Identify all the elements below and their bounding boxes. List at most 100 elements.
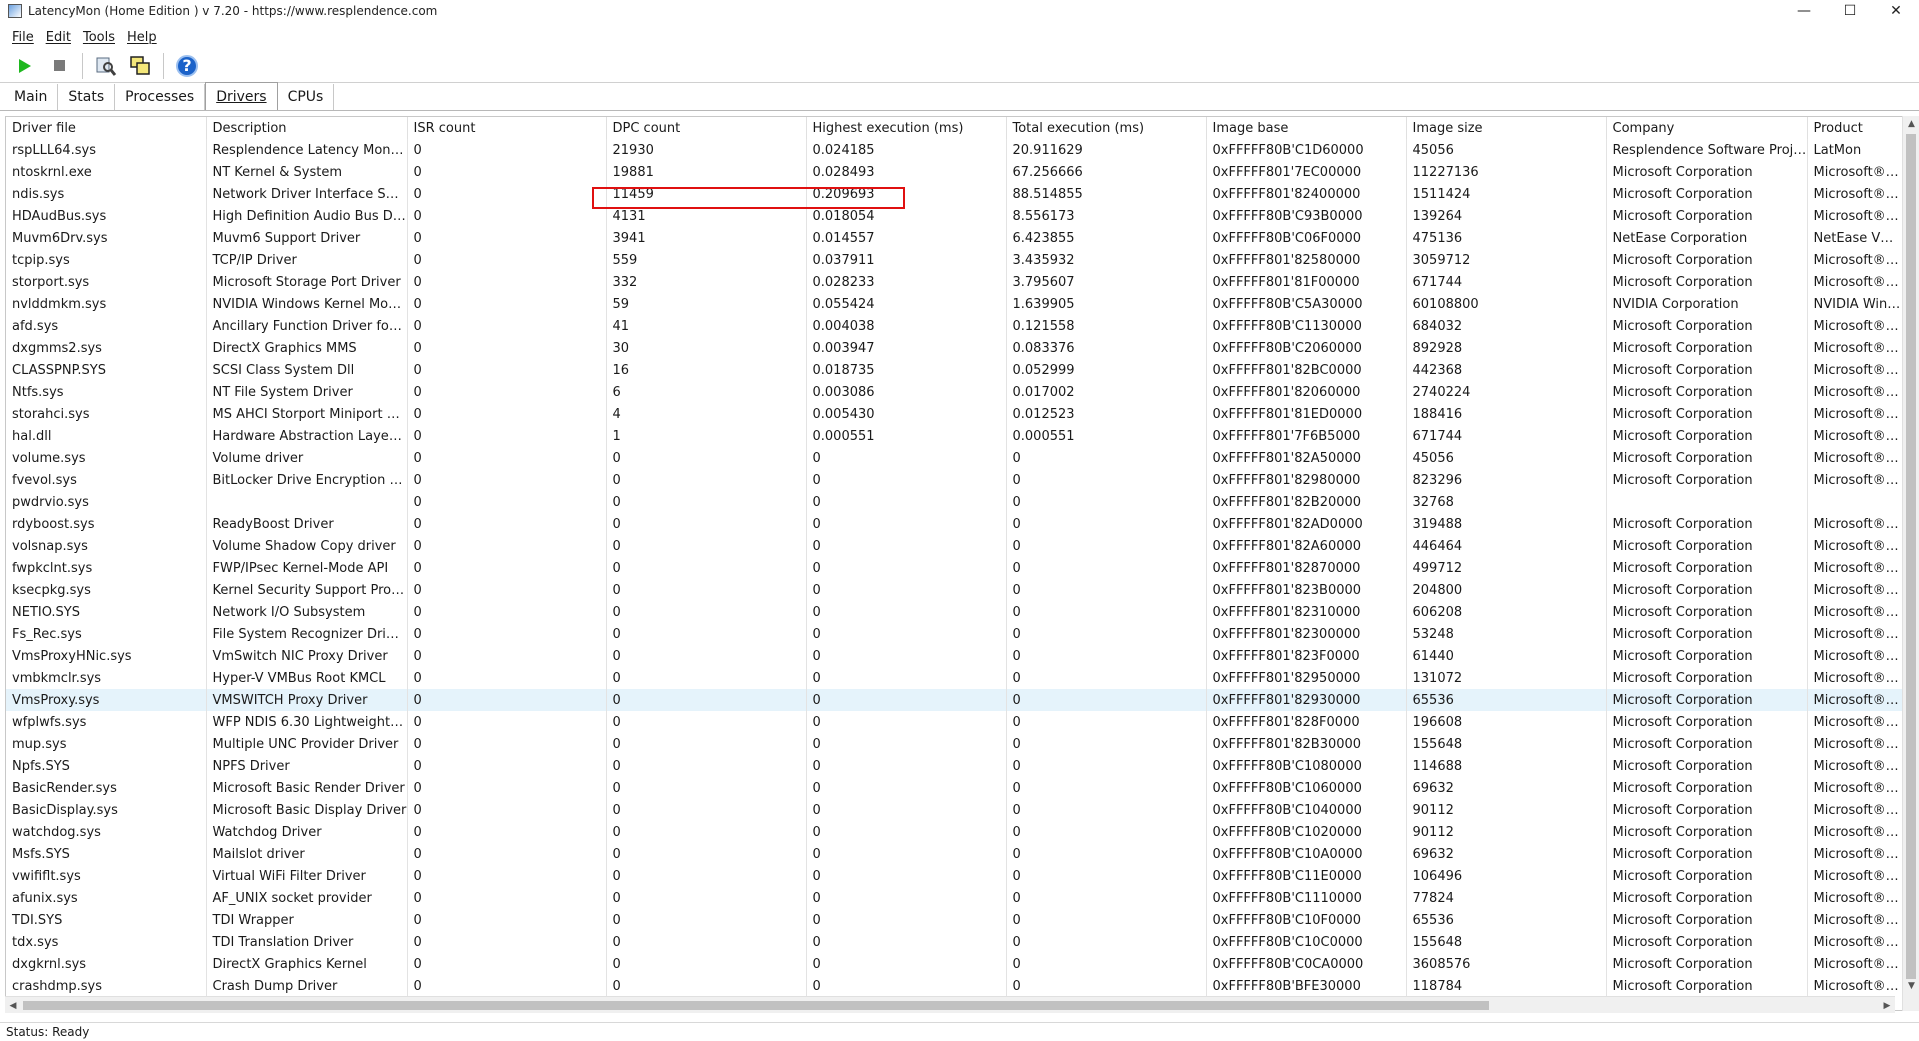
column-header[interactable]: Description [206, 117, 408, 139]
column-header[interactable]: Product [1807, 117, 1903, 139]
table-row[interactable]: ndis.sys Network Driver Interface Spe... 0… [6, 183, 1903, 205]
table-row[interactable]: storahci.sys MS AHCI Storport Miniport D.… [6, 403, 1903, 425]
help-button[interactable]: ? [172, 51, 202, 81]
table-row[interactable]: Npfs.SYS NPFS Driver 0 0 0 0 0xFFFFF80B'C10800… [6, 755, 1903, 777]
menu-edit[interactable]: Edit [40, 30, 77, 45]
stop-icon [53, 60, 65, 71]
column-header[interactable]: Image base [1206, 117, 1407, 139]
table-row[interactable]: TDI.SYS TDI Wrapper 0 0 0 0 0xFFFFF80B'C10F000… [6, 909, 1903, 931]
table-cell: 0xFFFFF801'82B30000 [1206, 733, 1407, 755]
table-cell: 0 [407, 425, 607, 447]
column-header[interactable]: ISR count [407, 117, 607, 139]
table-row[interactable]: vwififlt.sys Virtual WiFi Filter Driver 0 0… [6, 865, 1903, 887]
table-cell: VMSWITCH Proxy Driver [206, 689, 408, 711]
table-row[interactable]: rdyboost.sys ReadyBoost Driver 0 0 0 0 0xFFFFF… [6, 513, 1903, 535]
tab-drivers[interactable]: Drivers [205, 82, 278, 110]
table-row[interactable]: crashdmp.sys Crash Dump Driver 0 0 0 0 0xFFFFF… [6, 975, 1903, 997]
table-row[interactable]: BasicRender.sys Microsoft Basic Render Dr… [6, 777, 1903, 799]
maximize-button[interactable]: ☐ [1827, 0, 1873, 22]
table-cell: AF_UNIX socket provider [206, 887, 408, 909]
horizontal-scrollbar[interactable]: ◀ ▶ [5, 996, 1895, 1013]
menu-help[interactable]: Help [121, 30, 163, 45]
table-cell: 671744 [1406, 271, 1607, 293]
table-row[interactable]: watchdog.sys Watchdog Driver 0 0 0 0 0xFFFFF80… [6, 821, 1903, 843]
settings-button[interactable] [91, 51, 121, 81]
tab-processes[interactable]: Processes [115, 84, 206, 110]
table-row[interactable]: tcpip.sys TCP/IP Driver 0 559 0.037911 3.4359… [6, 249, 1903, 271]
tab-stats[interactable]: Stats [58, 84, 116, 110]
table-row[interactable]: ntoskrnl.exe NT Kernel & System 0 19881 0.02… [6, 161, 1903, 183]
table-cell: pwdrvio.sys [6, 491, 207, 513]
scroll-down-icon[interactable]: ▼ [1903, 978, 1919, 994]
table-cell: 0xFFFFF801'82300000 [1206, 623, 1407, 645]
table-cell: Microsoft® Wi [1807, 887, 1903, 909]
table-cell: Microsoft® Wi [1807, 579, 1903, 601]
table-cell: Microsoft Corporation [1606, 733, 1808, 755]
menu-file[interactable]: File [6, 30, 40, 45]
table-row[interactable]: afd.sys Ancillary Function Driver for ...… [6, 315, 1903, 337]
table-cell: TDI.SYS [6, 909, 207, 931]
table-cell: 0 [806, 909, 1007, 931]
table-row[interactable]: volsnap.sys Volume Shadow Copy driver 0 0 0 0… [6, 535, 1903, 557]
table-cell: storahci.sys [6, 403, 207, 425]
table-cell: 0.004038 [806, 315, 1007, 337]
table-row[interactable]: fwpkclnt.sys FWP/IPsec Kernel-Mode API 0 0 0… [6, 557, 1903, 579]
table-row[interactable]: wfplwfs.sys WFP NDIS 6.30 Lightweight Fil… [6, 711, 1903, 733]
table-row[interactable]: pwdrvio.sys 0 0 0 0 0xFFFFF801'82B20000 32768 [6, 491, 1903, 513]
table-row[interactable]: Muvm6Drv.sys Muvm6 Support Driver 0 3941 0.0… [6, 227, 1903, 249]
minimize-button[interactable]: — [1781, 0, 1827, 22]
table-row[interactable]: afunix.sys AF_UNIX socket provider 0 0 0 0 0xF… [6, 887, 1903, 909]
scroll-up-icon[interactable]: ▲ [1903, 116, 1919, 132]
vertical-scrollbar[interactable]: ▲ ▼ [1902, 116, 1919, 1011]
table-row[interactable]: dxgmms2.sys DirectX Graphics MMS 0 30 0.0039… [6, 337, 1903, 359]
table-row[interactable]: nvlddmkm.sys NVIDIA Windows Kernel Mod...… [6, 293, 1903, 315]
table-row[interactable]: vmbkmclr.sys Hyper-V VMBus Root KMCL 0 0 0 0 0… [6, 667, 1903, 689]
table-row[interactable]: mup.sys Multiple UNC Provider Driver 0 0 0 0 0… [6, 733, 1903, 755]
table-row[interactable]: Ntfs.sys NT File System Driver 0 6 0.003086 0… [6, 381, 1903, 403]
table-cell: 475136 [1406, 227, 1607, 249]
table-row[interactable]: volume.sys Volume driver 0 0 0 0 0xFFFFF801'82… [6, 447, 1903, 469]
column-header[interactable]: DPC count [606, 117, 807, 139]
column-header[interactable]: Driver file [6, 117, 207, 139]
vertical-scroll-thumb[interactable] [1906, 134, 1916, 979]
table-row[interactable]: Fs_Rec.sys File System Recognizer Driver 0… [6, 623, 1903, 645]
table-row[interactable]: fvevol.sys BitLocker Drive Encryption Dr.… [6, 469, 1903, 491]
table-cell: 0xFFFFF801'82400000 [1206, 183, 1407, 205]
table-row[interactable]: VmsProxy.sys VMSWITCH Proxy Driver 0 0 0 0 0xF… [6, 689, 1903, 711]
scroll-right-icon[interactable]: ▶ [1879, 997, 1895, 1014]
menu-tools[interactable]: Tools [77, 30, 121, 45]
table-row[interactable]: HDAudBus.sys High Definition Audio Bus Dr… [6, 205, 1903, 227]
scroll-left-icon[interactable]: ◀ [5, 997, 21, 1014]
table-row[interactable]: Msfs.SYS Mailslot driver 0 0 0 0 0xFFFFF80B'C1… [6, 843, 1903, 865]
table-cell: 45056 [1406, 139, 1607, 161]
drivers-grid[interactable]: Driver file Description ISR count DPC count… [5, 116, 1913, 1011]
table-cell: 19881 [606, 161, 807, 183]
tab-bar: Main Stats Processes Drivers CPUs [0, 82, 1919, 111]
column-header[interactable]: Image size [1406, 117, 1607, 139]
tab-main[interactable]: Main [4, 84, 59, 110]
table-cell: 0 [1006, 667, 1207, 689]
table-row[interactable]: hal.dll Hardware Abstraction Layer ... 0 1 0… [6, 425, 1903, 447]
close-button[interactable]: ✕ [1873, 0, 1919, 22]
table-cell: Microsoft® Wi [1807, 865, 1903, 887]
table-row[interactable]: rspLLL64.sys Resplendence Latency Monit..… [6, 139, 1903, 161]
horizontal-scroll-thumb[interactable] [23, 1001, 1489, 1010]
table-row[interactable]: storport.sys Microsoft Storage Port Drive… [6, 271, 1903, 293]
table-row[interactable]: VmsProxyHNic.sys VmSwitch NIC Proxy Drive… [6, 645, 1903, 667]
column-header[interactable]: Total execution (ms) [1006, 117, 1207, 139]
table-row[interactable]: BasicDisplay.sys Microsoft Basic Display … [6, 799, 1903, 821]
tab-cpus[interactable]: CPUs [278, 84, 335, 110]
table-row[interactable]: ksecpkg.sys Kernel Security Support Provi… [6, 579, 1903, 601]
table-row[interactable]: dxgkrnl.sys DirectX Graphics Kernel 0 0 0 0 0x… [6, 953, 1903, 975]
stop-button[interactable] [44, 51, 74, 81]
column-header[interactable]: Highest execution (ms) [806, 117, 1007, 139]
table-cell: Microsoft® Wi [1807, 469, 1903, 491]
column-header[interactable]: Company [1606, 117, 1808, 139]
start-button[interactable] [10, 51, 40, 81]
table-row[interactable]: NETIO.SYS Network I/O Subsystem 0 0 0 0 0xFFFF… [6, 601, 1903, 623]
table-cell [1807, 491, 1903, 513]
windows-button[interactable] [125, 51, 155, 81]
table-cell: storport.sys [6, 271, 207, 293]
table-row[interactable]: CLASSPNP.SYS SCSI Class System Dll 0 16 0.01… [6, 359, 1903, 381]
table-row[interactable]: tdx.sys TDI Translation Driver 0 0 0 0 0xFFFFF… [6, 931, 1903, 953]
